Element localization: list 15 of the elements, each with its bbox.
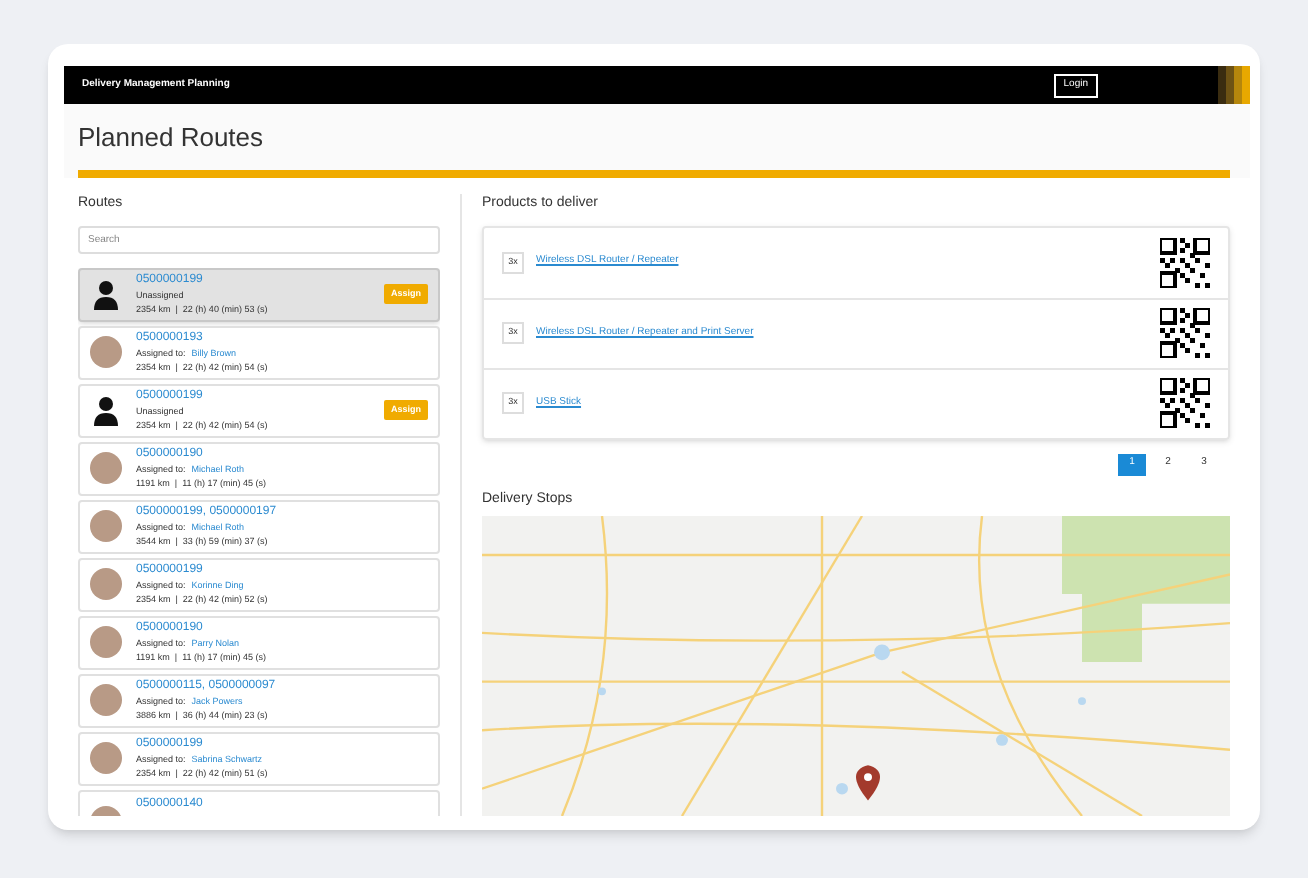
- avatar-placeholder: [90, 568, 122, 600]
- stripes-drawing: [1218, 66, 1250, 104]
- avatar-placeholder: [90, 510, 122, 542]
- person-silhouette-icon: [90, 394, 122, 426]
- avatar-placeholder: [90, 452, 122, 484]
- page-title: Planned Routes: [78, 122, 266, 154]
- person-silhouette-icon: [90, 278, 122, 310]
- map-drawing[interactable]: [482, 516, 1230, 816]
- avatar-placeholder: [90, 742, 122, 774]
- qr-code-icon: [1160, 237, 1210, 287]
- avatar-placeholder: [90, 626, 122, 658]
- qr-code-icon: [1160, 308, 1210, 358]
- avatar-placeholder: [90, 336, 122, 368]
- avatar-placeholder: [90, 684, 122, 716]
- qr-code-icon: [1160, 378, 1210, 428]
